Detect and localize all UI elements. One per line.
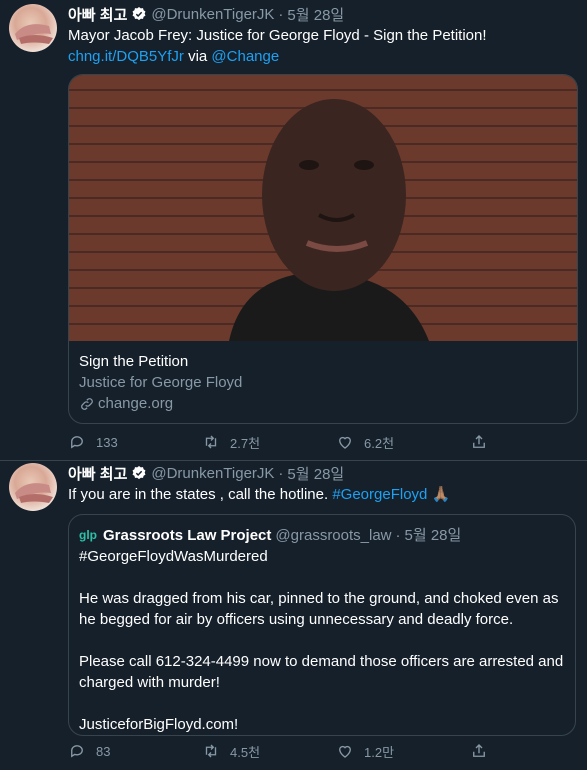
- quote-author-name: Grassroots Law Project: [103, 527, 272, 544]
- share-button[interactable]: [470, 742, 498, 760]
- separator-dot: ·: [278, 464, 284, 482]
- card-image: [69, 75, 577, 341]
- like-icon: [339, 745, 351, 758]
- author-name[interactable]: 아빠 최고: [68, 463, 127, 484]
- link-card[interactable]: Sign the Petition Justice for George Flo…: [68, 74, 578, 424]
- verified-badge-icon: [132, 466, 146, 480]
- like-icon: [339, 436, 351, 449]
- quote-paragraph-2: Please call 612-324-4499 now to demand t…: [79, 653, 564, 691]
- reply-count: 133: [96, 434, 118, 450]
- retweet-count: 2.7천: [230, 435, 261, 451]
- like-button[interactable]: 1.2만: [336, 742, 470, 761]
- quote-paragraph-1: He was dragged from his car, pinned to t…: [79, 590, 559, 628]
- link-icon: [81, 397, 93, 410]
- like-count: 6.2천: [364, 435, 395, 451]
- retweet-icon: [205, 744, 217, 758]
- separator-dot: ·: [278, 5, 284, 23]
- tweet-header: 아빠 최고 @DrunkenTigerJK · 5월 28일: [68, 462, 344, 484]
- like-count: 1.2만: [364, 744, 395, 760]
- tweet-text: Mayor Jacob Frey: Justice for George Flo…: [68, 25, 487, 67]
- hashtag-link[interactable]: #GeorgeFloyd: [332, 486, 427, 503]
- tweet-actions: 133 2.7천 6.2천: [68, 431, 498, 453]
- avatar[interactable]: [9, 463, 57, 511]
- quote-avatar-logo: glp: [79, 528, 97, 542]
- share-button[interactable]: [470, 433, 498, 451]
- reply-button[interactable]: 83: [68, 742, 202, 760]
- quote-author-handle: @grassroots_law: [275, 527, 392, 544]
- reply-icon: [71, 745, 83, 758]
- verified-badge-icon: [132, 7, 146, 21]
- tweet-body: If you are in the states , call the hotl…: [68, 486, 329, 503]
- tweet-body: Mayor Jacob Frey: Justice for George Flo…: [68, 27, 487, 44]
- card-subtitle: Justice for George Floyd: [79, 374, 243, 391]
- share-icon: [473, 435, 485, 448]
- tweet-date[interactable]: 5월 28일: [287, 463, 344, 484]
- tweet-text: If you are in the states , call the hotl…: [68, 484, 450, 505]
- via-text: via: [188, 48, 208, 65]
- tweet-header: 아빠 최고 @DrunkenTigerJK · 5월 28일: [68, 3, 344, 25]
- author-handle[interactable]: @DrunkenTigerJK: [151, 465, 274, 482]
- author-name[interactable]: 아빠 최고: [68, 4, 127, 25]
- reply-button[interactable]: 133: [68, 433, 202, 451]
- retweet-button[interactable]: 4.5천: [202, 742, 336, 761]
- card-domain: change.org: [79, 393, 567, 414]
- reply-icon: [71, 436, 83, 449]
- retweet-count: 4.5천: [230, 744, 261, 760]
- card-body: Sign the Petition Justice for George Flo…: [69, 341, 577, 423]
- retweet-icon: [205, 435, 217, 449]
- card-title: Sign the Petition: [79, 353, 189, 370]
- quote-paragraph-3: JusticeforBigFloyd.com!: [79, 716, 239, 733]
- retweet-button[interactable]: 2.7천: [202, 433, 336, 452]
- quote-date: 5월 28일: [404, 527, 462, 544]
- card-domain-text: change.org: [98, 395, 174, 412]
- quote-header: glp Grassroots Law Project @grassroots_l…: [79, 525, 565, 546]
- petition-link[interactable]: chng.it/DQB5YfJr: [68, 48, 184, 65]
- quoted-tweet[interactable]: glp Grassroots Law Project @grassroots_l…: [68, 514, 576, 736]
- tweet-actions: 83 4.5천 1.2만: [68, 740, 498, 762]
- change-mention[interactable]: @Change: [211, 48, 279, 65]
- pray-emoji: 🙏🏽: [431, 486, 451, 503]
- quote-hashtag-line: #GeorgeFloydWasMurdered: [79, 548, 268, 565]
- reply-count: 83: [96, 743, 111, 759]
- separator-dot: ·: [395, 527, 401, 544]
- share-icon: [473, 744, 485, 757]
- avatar[interactable]: [9, 4, 57, 52]
- like-button[interactable]: 6.2천: [336, 433, 470, 452]
- avatar-image: [15, 24, 53, 44]
- author-handle[interactable]: @DrunkenTigerJK: [151, 6, 274, 23]
- tweet-divider: [0, 460, 587, 461]
- tweet-date[interactable]: 5월 28일: [287, 4, 344, 25]
- avatar-image: [15, 483, 53, 503]
